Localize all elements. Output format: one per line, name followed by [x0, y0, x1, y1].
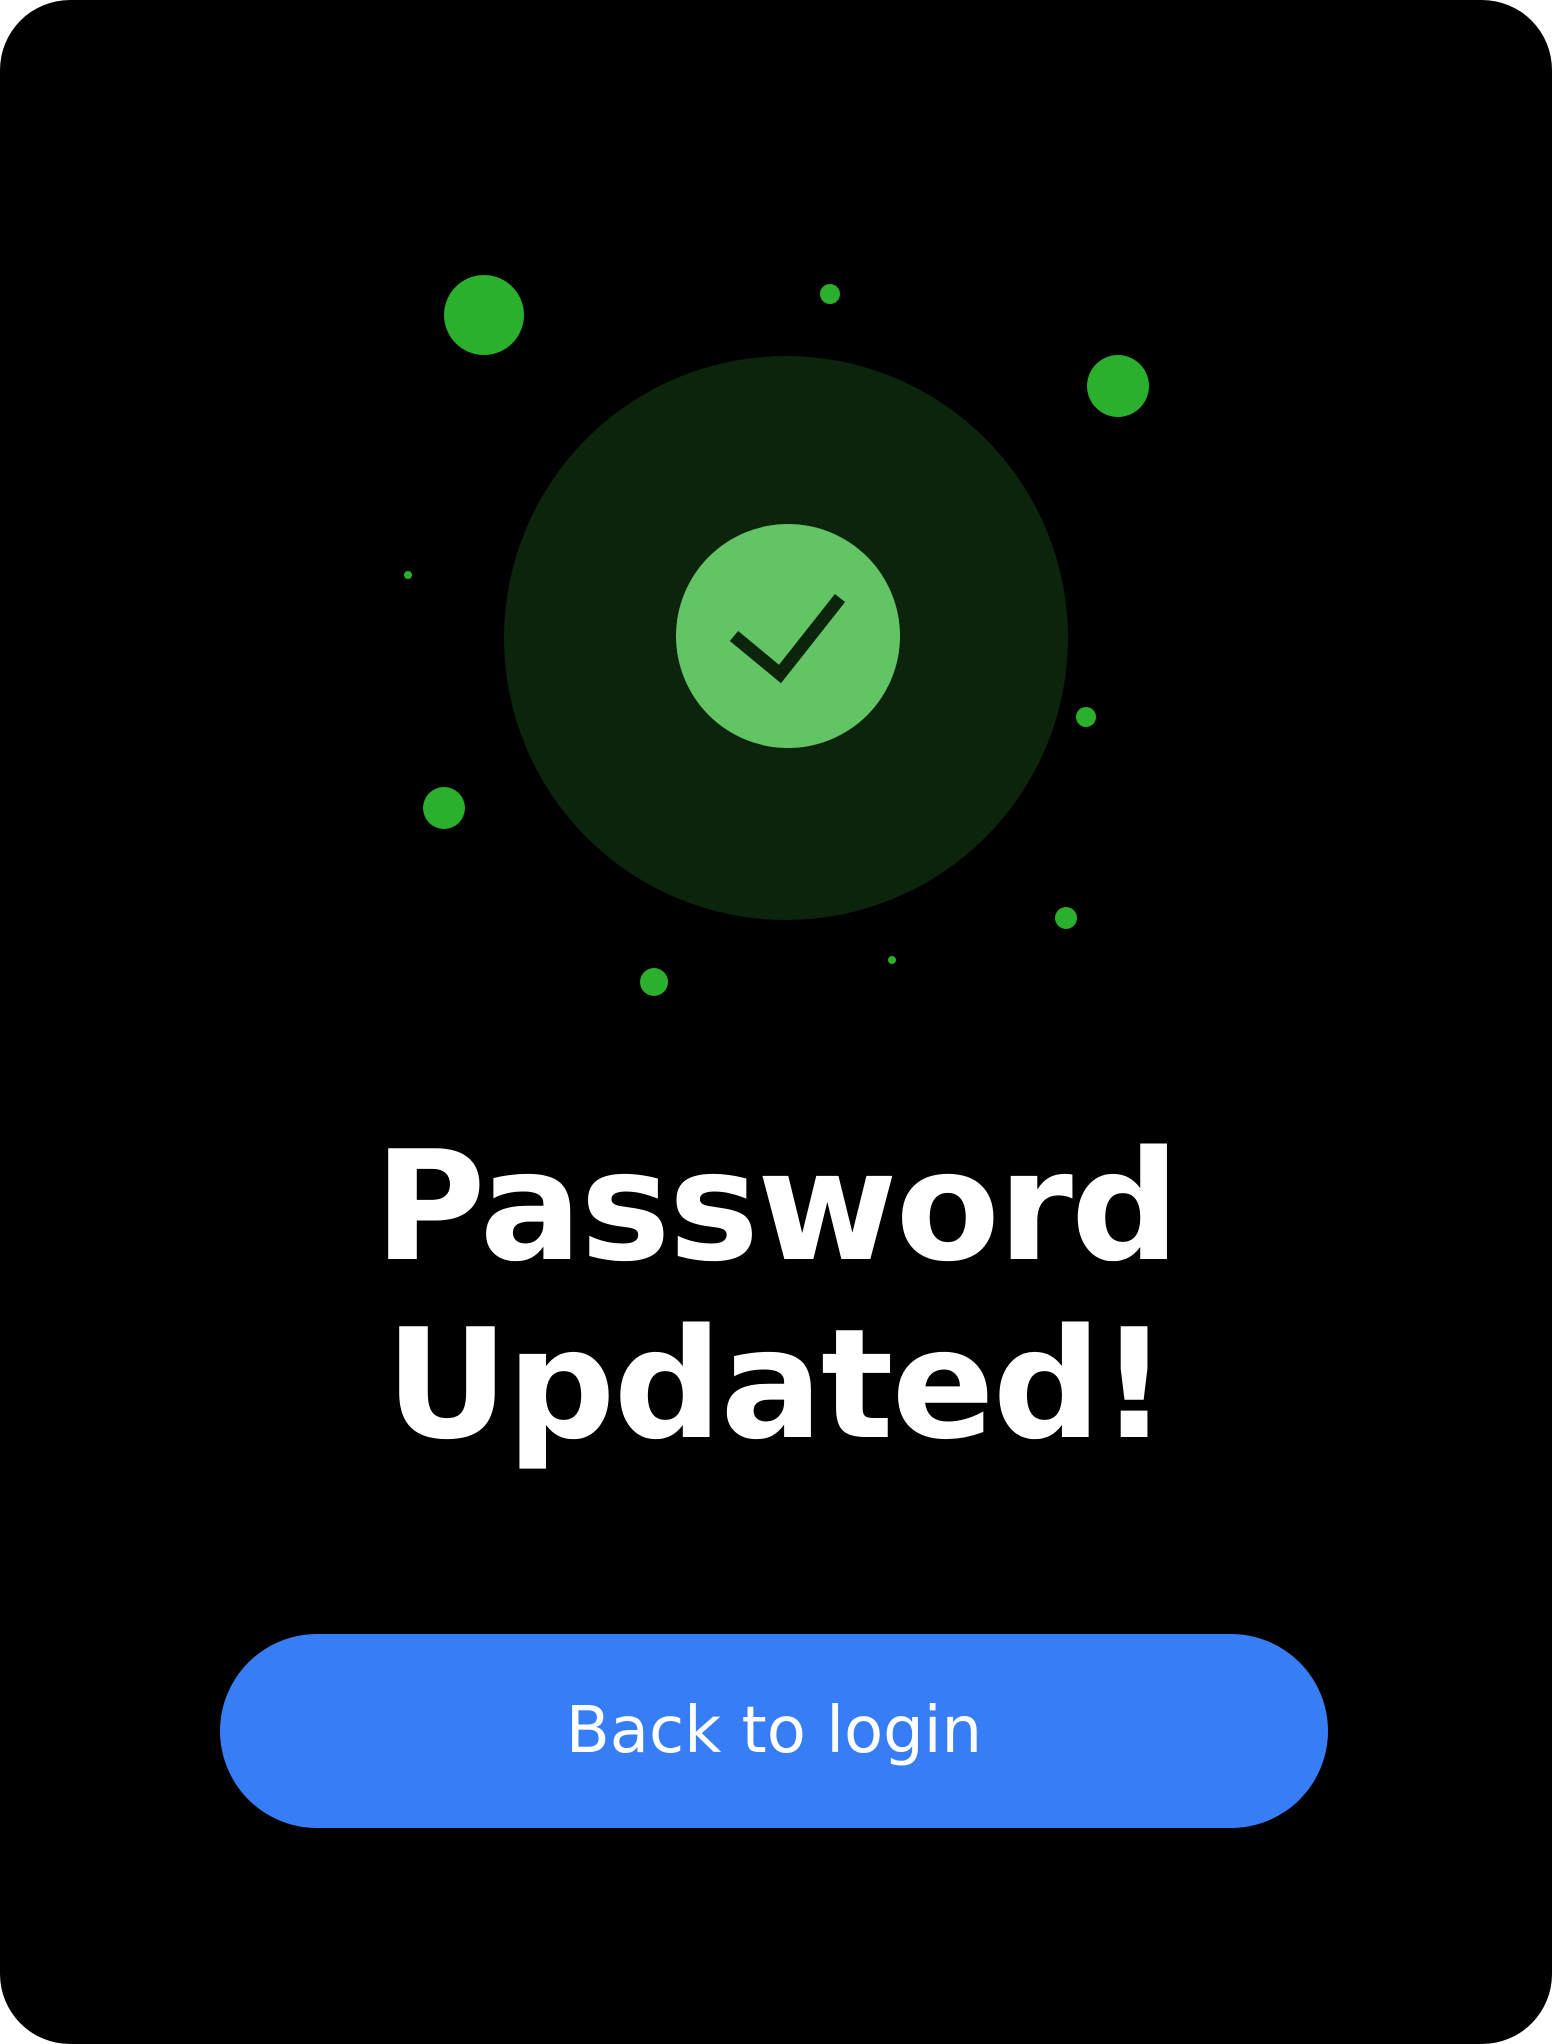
confetti-dot	[1055, 907, 1077, 929]
confetti-dot	[423, 787, 465, 829]
success-illustration	[404, 275, 1149, 996]
confetti-dot	[1087, 355, 1149, 417]
check-circle-icon	[676, 524, 900, 748]
confetti-dot	[640, 968, 668, 996]
title-line-2: Updated!	[385, 1296, 1168, 1473]
confetti-dot	[444, 275, 524, 355]
confetti-dot	[888, 956, 896, 964]
password-updated-card: Password Updated! Back to login	[0, 0, 1552, 2044]
back-to-login-button[interactable]: Back to login	[220, 1634, 1328, 1828]
confetti-dot	[1076, 707, 1096, 727]
confetti-dot	[404, 571, 412, 579]
confetti-dot	[820, 284, 840, 304]
title-line-1: Password	[374, 1118, 1179, 1295]
page-title: Password Updated!	[0, 1118, 1552, 1474]
